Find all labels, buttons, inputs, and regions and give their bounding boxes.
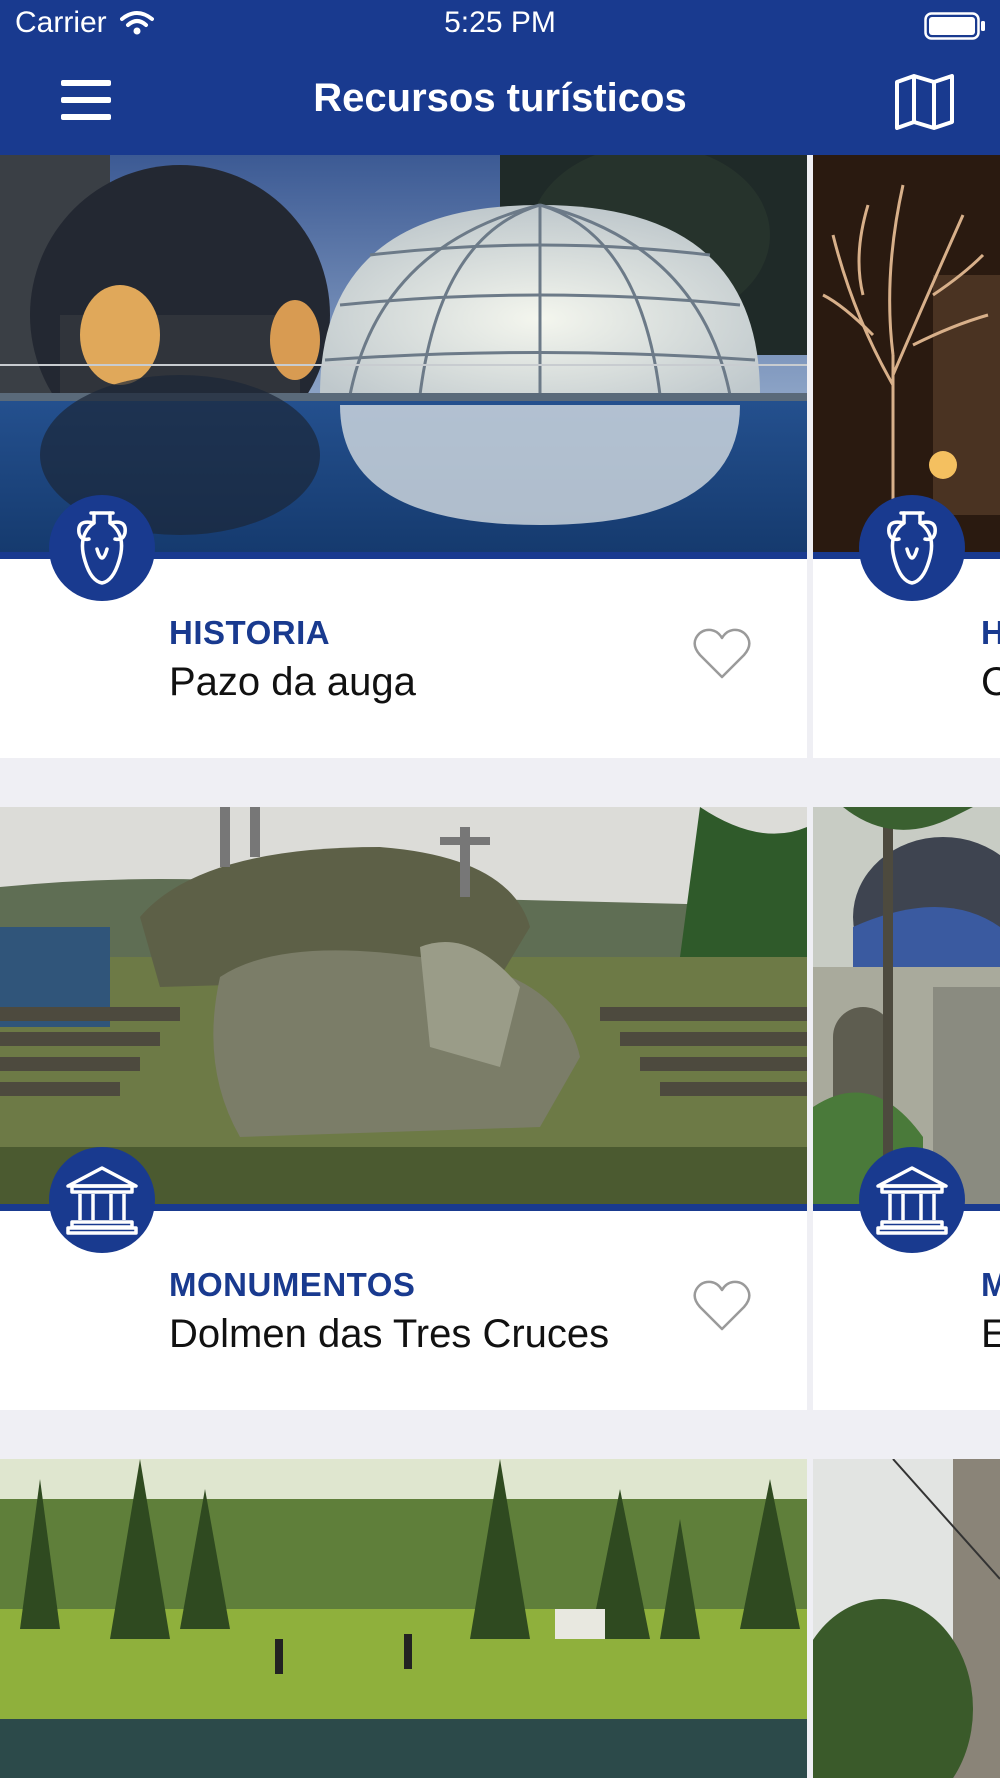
map-icon[interactable]: [894, 74, 956, 130]
card-title: C: [981, 660, 1000, 704]
page-title: Recursos turísticos: [313, 76, 687, 120]
status-bar: Carrier 5:25 PM: [0, 0, 1000, 50]
favorite-heart-icon[interactable]: [692, 1279, 752, 1333]
card-category: H: [981, 614, 1000, 651]
resource-card[interactable]: [813, 1459, 1000, 1778]
museum-icon: [66, 1166, 138, 1235]
resource-card[interactable]: HISTORIA Pazo da auga: [0, 155, 807, 758]
card-category: M: [981, 1266, 1000, 1303]
resource-photo: [0, 155, 807, 553]
resource-photo: [0, 807, 807, 1205]
resource-card[interactable]: H C: [813, 155, 1000, 758]
top-bar: Carrier 5:25 PM Recursos turísticos: [0, 0, 1000, 155]
category-badge: [859, 1147, 965, 1253]
category-badge: [49, 1147, 155, 1253]
card-title: E: [981, 1312, 1000, 1356]
favorite-heart-icon[interactable]: [692, 627, 752, 681]
card-title: Pazo da auga: [169, 660, 416, 704]
resource-card[interactable]: [0, 1459, 807, 1778]
amphora-icon: [887, 511, 937, 585]
amphora-icon: [77, 511, 127, 585]
resource-photo: [813, 155, 1000, 553]
resource-photo: [813, 1459, 1000, 1778]
card-category: MONUMENTOS: [169, 1266, 416, 1303]
museum-icon: [876, 1166, 948, 1235]
resource-photo: [813, 807, 1000, 1205]
category-badge: [859, 495, 965, 601]
battery-icon: [924, 12, 985, 40]
card-category: HISTORIA: [169, 614, 331, 651]
card-title: Dolmen das Tres Cruces: [169, 1312, 610, 1356]
resource-card[interactable]: MONUMENTOS Dolmen das Tres Cruces: [0, 807, 807, 1410]
resource-card[interactable]: M E: [813, 807, 1000, 1410]
category-badge: [49, 495, 155, 601]
resource-photo: [0, 1459, 807, 1778]
status-time: 5:25 PM: [444, 6, 556, 39]
